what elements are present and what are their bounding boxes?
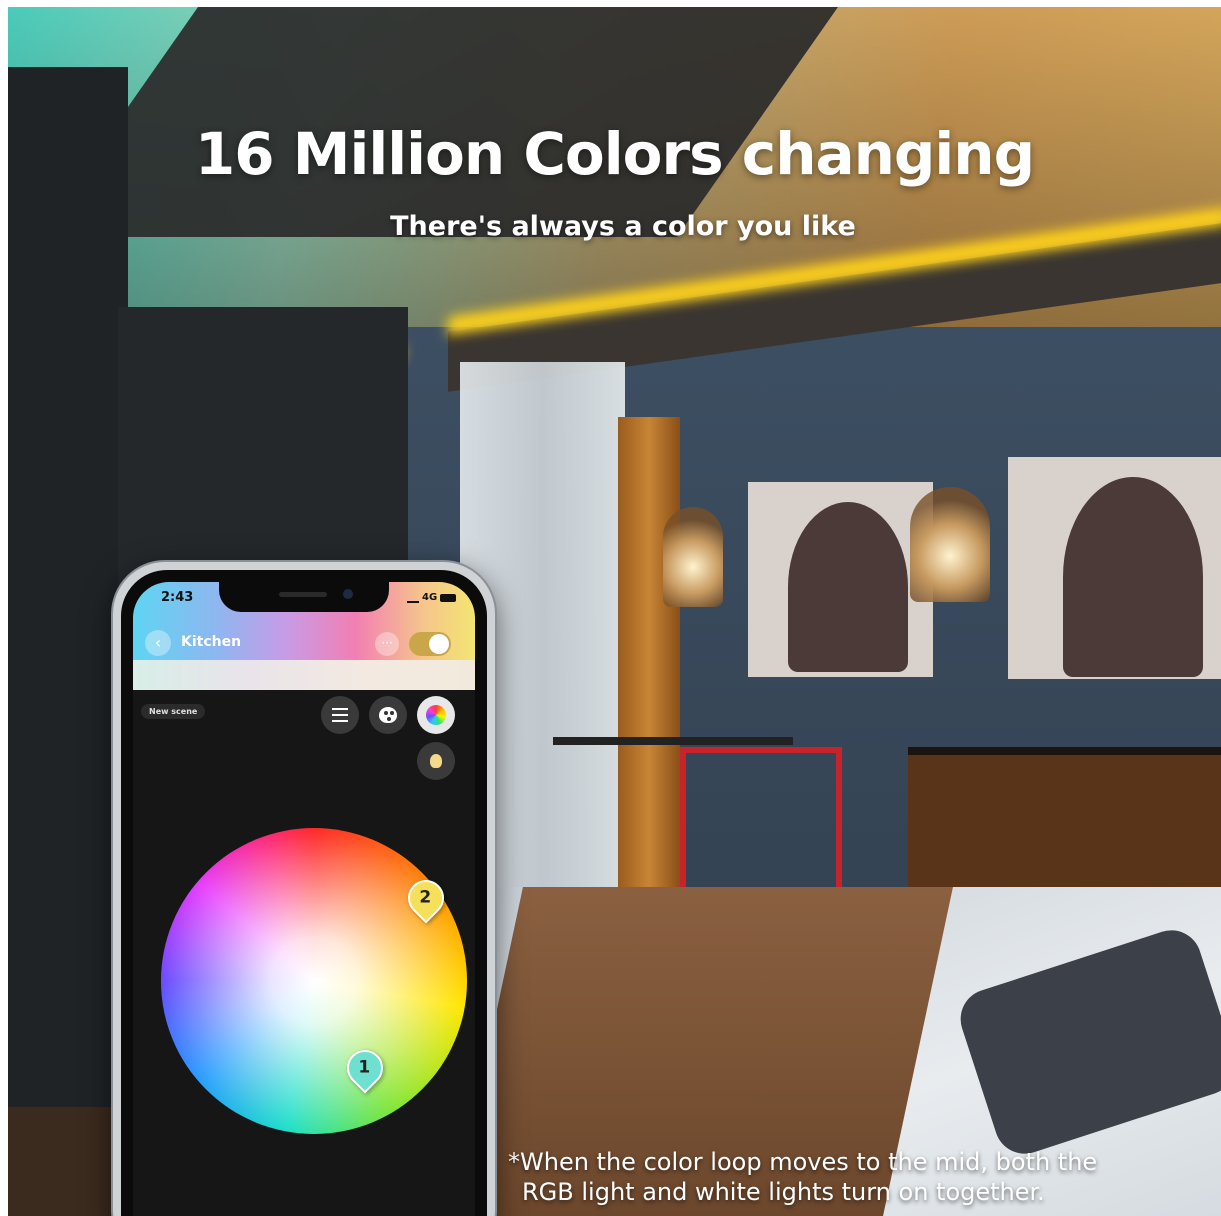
brightness-bar[interactable] <box>133 660 475 690</box>
pendant-lamp-right <box>910 487 990 602</box>
signal-icon <box>407 592 419 603</box>
color-mode-button[interactable] <box>417 696 455 734</box>
list-icon <box>332 708 348 722</box>
front-camera <box>343 589 353 599</box>
back-button[interactable]: ‹ <box>145 630 171 656</box>
wall-art-left <box>748 482 933 677</box>
product-banner: 16 Million Colors changing There's alway… <box>8 7 1221 1216</box>
disclaimer: *When the color loop moves to the mid, b… <box>508 1147 1208 1207</box>
list-mode-button[interactable] <box>321 696 359 734</box>
color-wheel[interactable] <box>161 828 467 1134</box>
white-mode-button[interactable] <box>417 742 455 780</box>
red-stools <box>680 747 842 903</box>
speaker-grille <box>279 592 327 597</box>
phone-bezel: 2:43 4G ‹ Kitchen ··· New scene 2 1 <box>121 570 487 1216</box>
side-table <box>553 737 793 745</box>
orange-curtain <box>618 417 680 887</box>
wall-art-right <box>1008 457 1221 679</box>
more-icon: ··· <box>381 636 393 650</box>
disclaimer-line-1: *When the color loop moves to the mid, b… <box>508 1148 1098 1176</box>
power-toggle[interactable] <box>409 632 451 656</box>
palette-icon <box>379 707 397 723</box>
status-time: 2:43 <box>161 590 194 605</box>
color-wheel-icon <box>426 705 446 725</box>
pin-label-2: 2 <box>419 887 432 908</box>
network-label: 4G <box>422 592 438 603</box>
pin-label-1: 1 <box>358 1057 371 1078</box>
more-button[interactable]: ··· <box>375 632 399 656</box>
phone-notch <box>219 582 389 612</box>
room-name: Kitchen <box>181 634 242 650</box>
bulb-icon <box>430 754 442 768</box>
scene-mode-button[interactable] <box>369 696 407 734</box>
app-screen: 2:43 4G ‹ Kitchen ··· New scene 2 1 <box>133 582 475 1216</box>
chevron-left-icon: ‹ <box>154 633 162 652</box>
new-scene-button[interactable]: New scene <box>141 704 206 719</box>
battery-icon <box>440 593 457 602</box>
disclaimer-line-2: RGB light and white lights turn on toget… <box>522 1178 1045 1206</box>
subheadline: There's always a color you like <box>390 211 856 242</box>
toggle-knob <box>429 634 449 654</box>
smartphone: 2:43 4G ‹ Kitchen ··· New scene 2 1 <box>113 562 495 1216</box>
pendant-lamp-left <box>663 507 723 607</box>
status-bar: 4G <box>407 592 457 603</box>
headline: 16 Million Colors changing <box>194 120 1035 188</box>
